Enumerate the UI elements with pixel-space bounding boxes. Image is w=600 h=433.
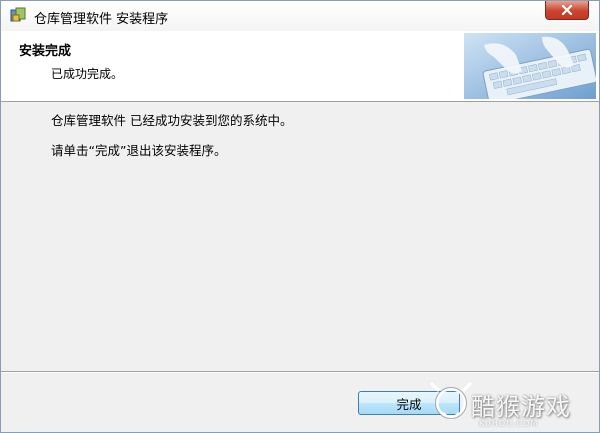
watermark-subtext: KUHOU.COM [479,419,539,428]
watermark-text: 酷猴游戏 [471,393,571,421]
exit-instruction-message: 请单击“完成”退出该安装程序。 [51,143,227,158]
keyboard-hands-image [464,33,596,99]
window-title: 仓库管理软件 安装程序 [34,12,169,27]
installer-app-icon [10,7,26,22]
close-icon [561,5,573,15]
title-bar[interactable]: 仓库管理软件 安装程序 [1,1,599,31]
wizard-header: 安装完成 已成功完成。 [1,31,599,102]
footer-divider [1,371,599,373]
close-button[interactable] [545,1,589,20]
installer-window: 仓库管理软件 安装程序 安装完成 已成功完成。 仓库管理软件 已经成功安装到您的… [0,0,600,433]
header-subtitle: 已成功完成。 [51,67,124,81]
content-area: 仓库管理软件 已经成功安装到您的系统中。 请单击“完成”退出该安装程序。 [1,102,599,372]
install-success-message: 仓库管理软件 已经成功安装到您的系统中。 [51,113,293,128]
header-title: 安装完成 [19,44,72,59]
